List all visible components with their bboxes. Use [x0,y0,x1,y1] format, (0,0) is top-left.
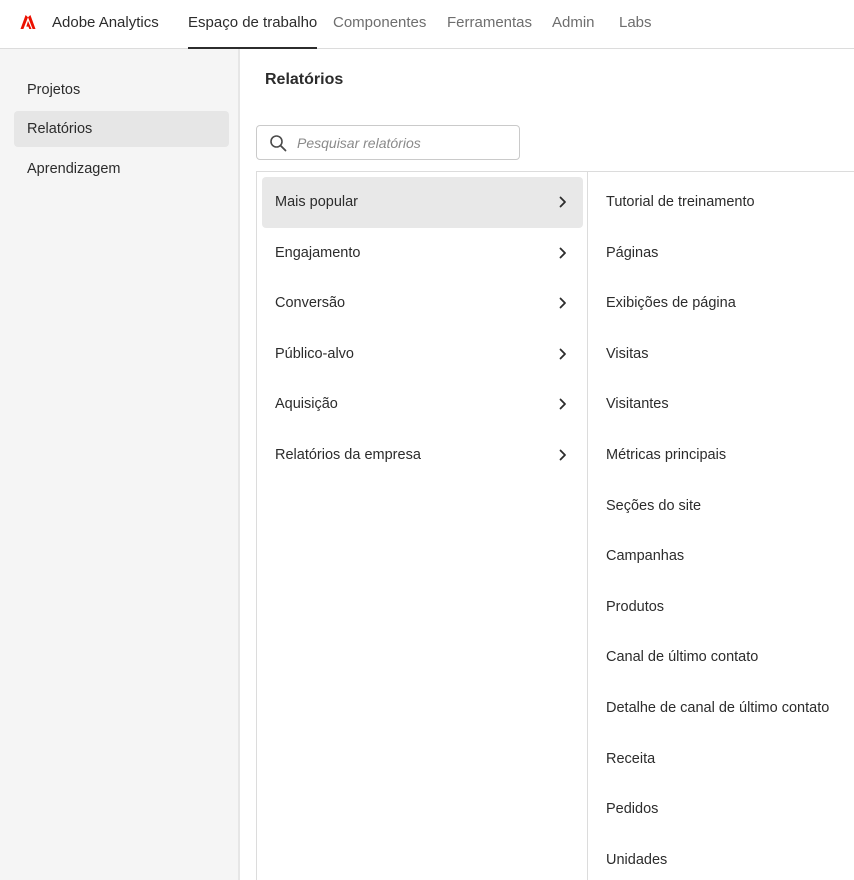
report-item[interactable]: Seções do site [606,498,701,514]
report-item[interactable]: Visitantes [606,396,669,412]
search-field[interactable] [256,125,520,160]
chevron-right-icon [559,247,566,259]
chevron-right-icon [559,348,566,360]
category-label: Relatórios da empresa [275,447,421,463]
category-label: Conversão [275,295,346,311]
category-conversao[interactable]: Conversão [262,278,583,329]
category-engajamento[interactable]: Engajamento [262,228,583,279]
report-item[interactable]: Páginas [606,245,658,261]
tab-espaco-de-trabalho[interactable]: Espaço de trabalho [188,14,318,49]
report-item[interactable]: Visitas [606,346,648,362]
category-label: Aquisição [275,396,338,412]
tab-labs[interactable]: Labs [619,14,652,49]
top-navigation-bar: Adobe Analytics Espaço de trabalho Compo… [0,0,854,49]
tab-admin[interactable]: Admin [552,14,595,49]
report-item[interactable]: Produtos [606,599,664,615]
page-title: Relatórios [265,71,344,88]
sidebar-item-aprendizagem[interactable]: Aprendizagem [14,151,229,187]
tab-componentes[interactable]: Componentes [333,14,426,49]
column-divider [587,171,588,880]
report-item[interactable]: Campanhas [606,548,684,564]
category-relatorios-da-empresa[interactable]: Relatórios da empresa [262,430,583,481]
search-input[interactable] [297,126,512,159]
search-icon [270,135,287,152]
chevron-right-icon [559,449,566,461]
category-label: Mais popular [275,194,359,210]
tab-ferramentas[interactable]: Ferramentas [447,14,532,49]
category-label: Público-alvo [275,346,354,362]
adobe-logo-icon[interactable] [20,14,36,30]
app-name[interactable]: Adobe Analytics [52,14,159,31]
report-item[interactable]: Unidades [606,852,667,868]
chevron-right-icon [559,297,566,309]
report-item[interactable]: Tutorial de treinamento [606,194,755,210]
report-item[interactable]: Canal de último contato [606,649,758,665]
category-publico-alvo[interactable]: Público-alvo [262,329,583,380]
report-item[interactable]: Detalhe de canal de último contato [606,700,829,716]
category-aquisicao[interactable]: Aquisição [262,379,583,430]
category-mais-popular[interactable]: Mais popular [262,177,583,228]
category-label: Engajamento [275,245,361,261]
report-item[interactable]: Métricas principais [606,447,726,463]
sidebar-item-projetos[interactable]: Projetos [14,72,229,108]
sidebar-item-relatorios[interactable]: Relatórios [14,111,229,147]
chevron-right-icon [559,398,566,410]
report-item[interactable]: Exibições de página [606,295,736,311]
report-item[interactable]: Receita [606,751,655,767]
chevron-right-icon [559,196,566,208]
report-item[interactable]: Pedidos [606,801,658,817]
